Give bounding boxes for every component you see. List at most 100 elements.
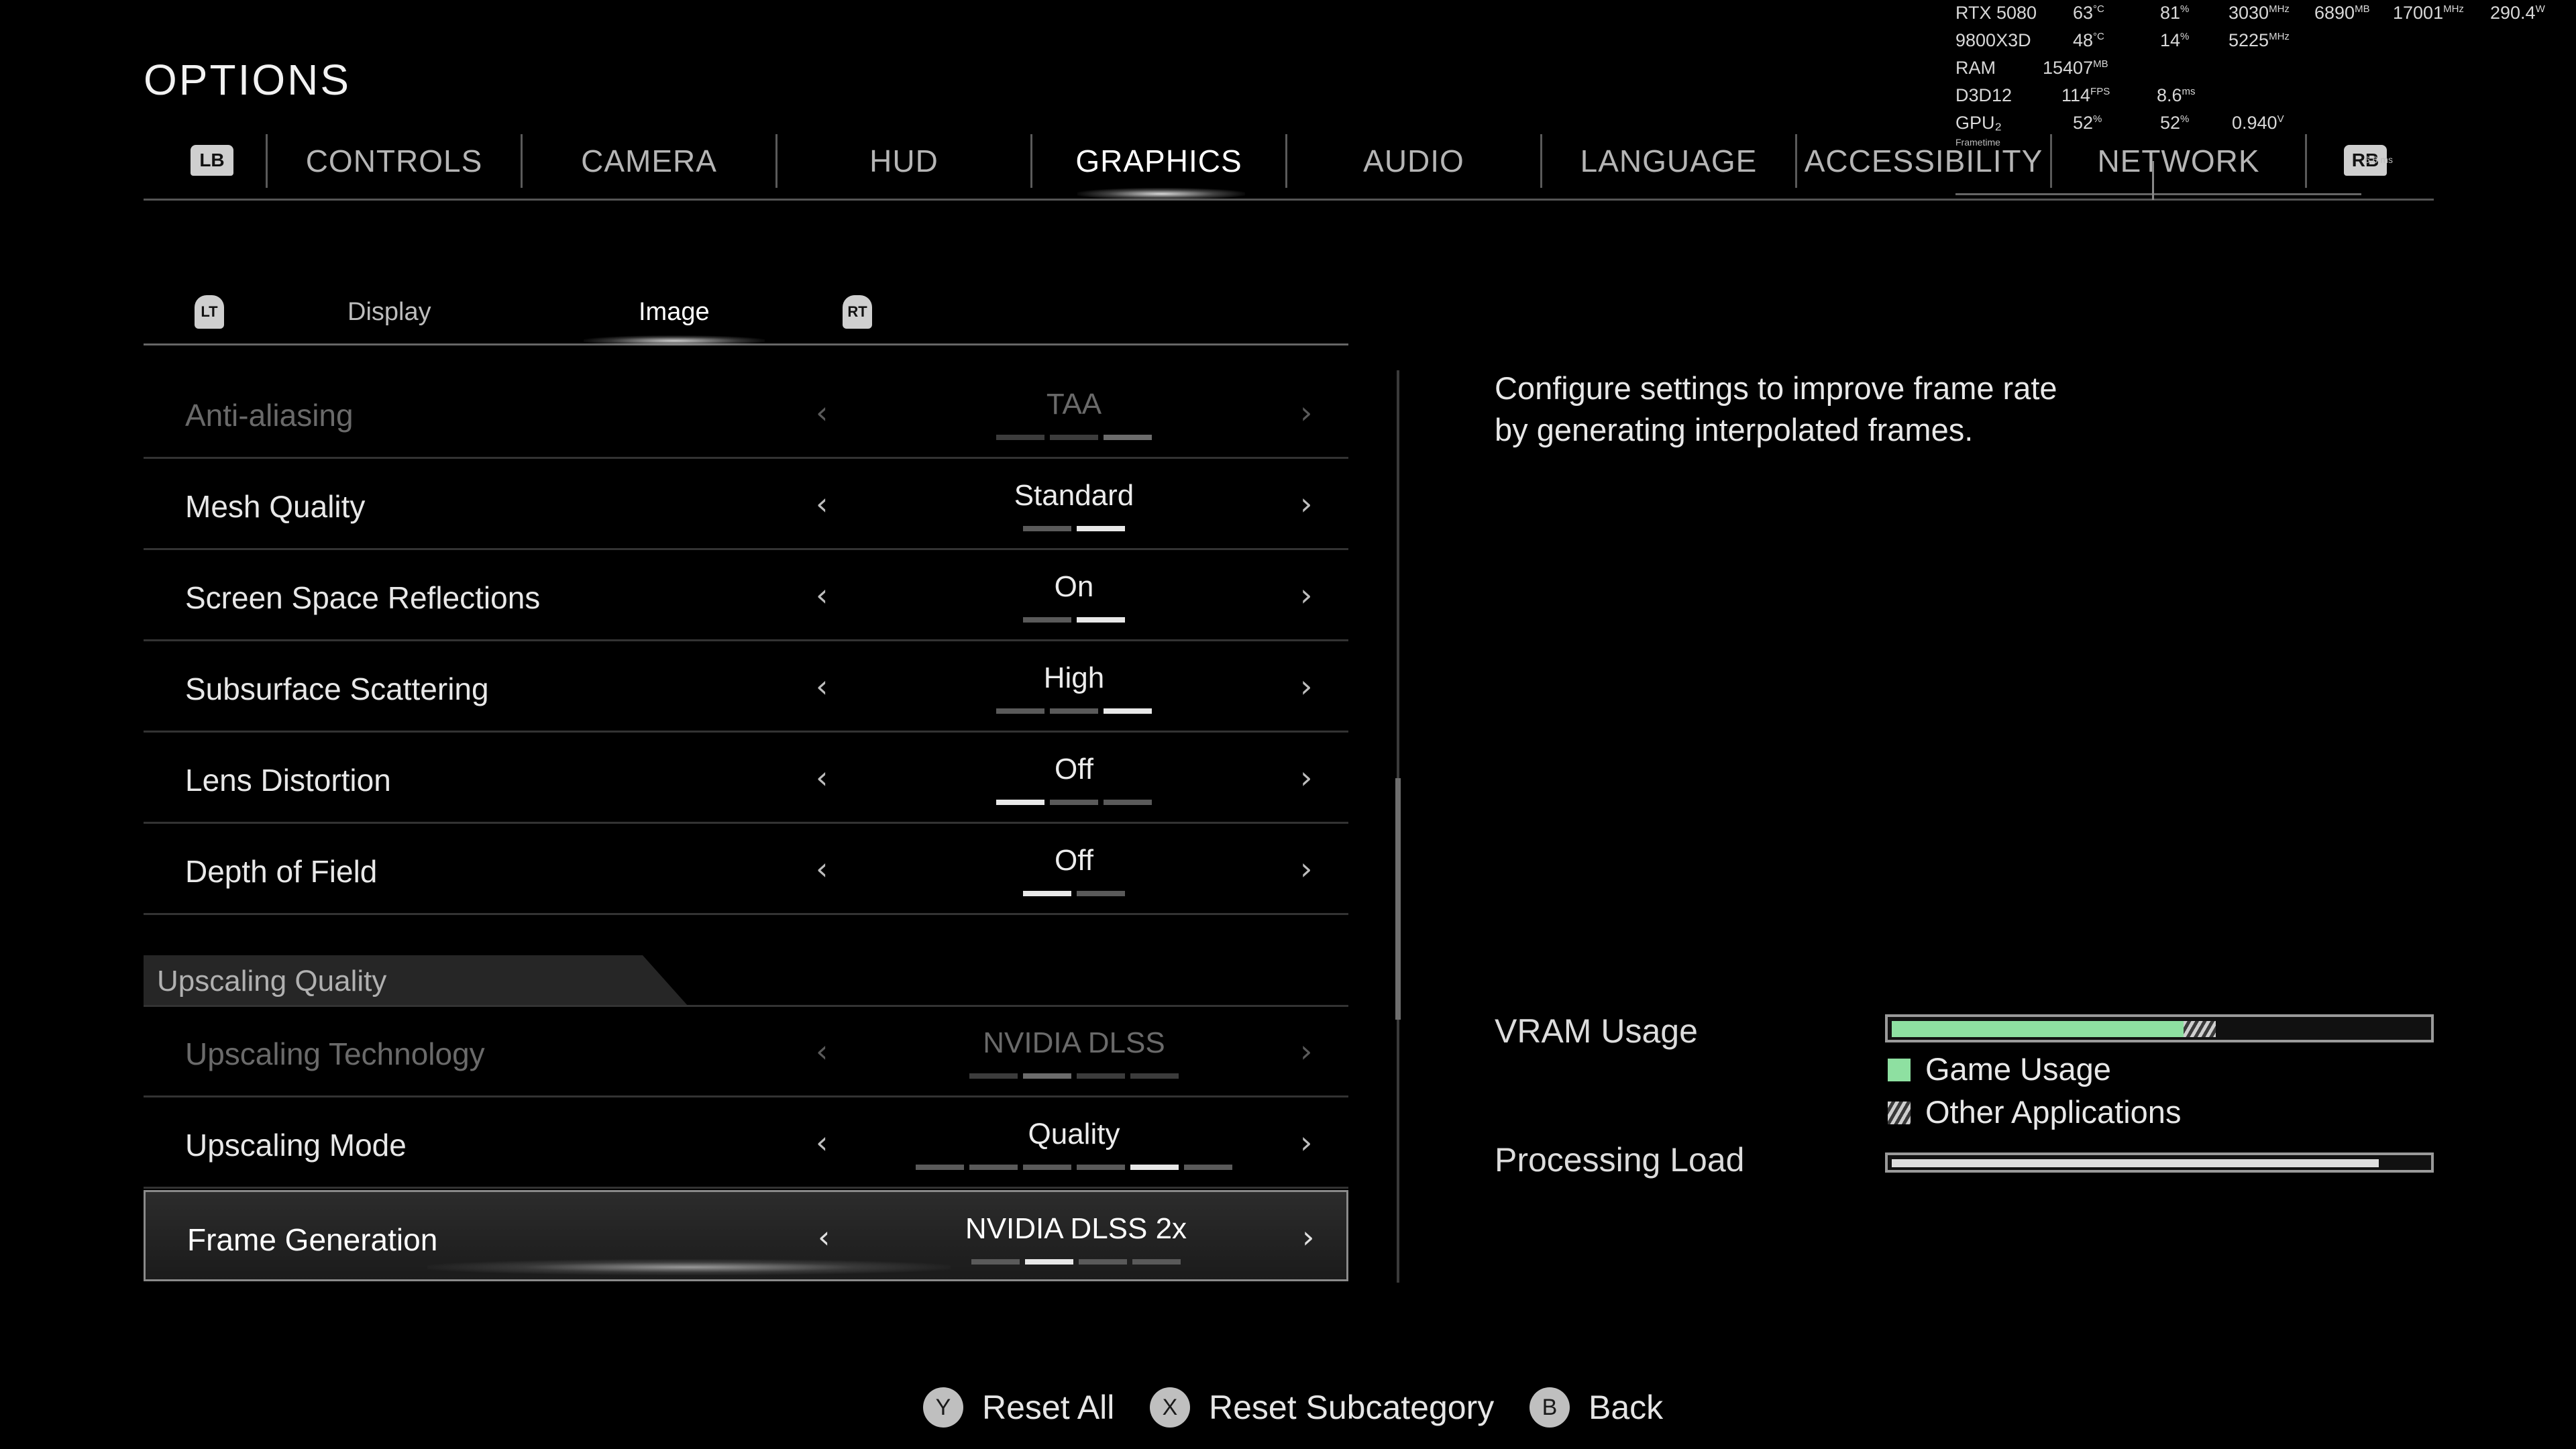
rt-button-icon[interactable]: RT: [843, 295, 872, 329]
chevron-right-icon[interactable]: ›: [1300, 759, 1312, 796]
vram-other-fill: [2184, 1021, 2216, 1037]
frametime-spike: [2152, 161, 2154, 200]
setting-row-lens-distortion[interactable]: Lens Distortion ‹ Off ›: [144, 733, 1348, 824]
scrollbar-thumb[interactable]: [1395, 778, 1401, 1020]
setting-value: NVIDIA DLSS: [983, 1026, 1165, 1059]
chevron-left-icon: ‹: [816, 1033, 828, 1069]
reset-all-hint[interactable]: Y Reset All: [923, 1387, 1114, 1428]
vram-game-fill: [1892, 1021, 2184, 1037]
option-pip: [969, 1165, 1018, 1170]
hw-frametime-label: Frametime: [1955, 137, 2000, 148]
tab-hud[interactable]: HUD: [777, 131, 1030, 191]
option-indicator: [861, 1259, 1291, 1265]
setting-row-upscaling-technology: Upscaling Technology ‹ NVIDIA DLSS ›: [144, 1006, 1348, 1097]
option-pip: [1023, 1073, 1071, 1079]
option-pip: [1077, 1165, 1125, 1170]
option-pip: [1077, 526, 1125, 531]
option-pip: [969, 1073, 1018, 1079]
setting-value: NVIDIA DLSS 2x: [965, 1212, 1187, 1245]
lb-button-icon[interactable]: LB: [191, 145, 233, 176]
b-button-icon: B: [1529, 1387, 1570, 1428]
chevron-right-icon[interactable]: ›: [1300, 668, 1312, 704]
section-divider: [144, 1005, 1348, 1007]
chevron-right-icon: ›: [1300, 1033, 1313, 1069]
option-pip: [1050, 708, 1098, 714]
option-pip: [1077, 1073, 1125, 1079]
x-button-icon: X: [1150, 1387, 1190, 1428]
setting-description: Configure settings to improve frame rate…: [1495, 370, 2057, 447]
tab-divider: [2305, 134, 2307, 188]
back-hint[interactable]: B Back: [1529, 1387, 1663, 1428]
setting-row-mesh-quality[interactable]: Mesh Quality ‹ Standard ›: [144, 459, 1348, 550]
other-apps-swatch: [1888, 1102, 1911, 1124]
vram-usage-label: VRAM Usage: [1495, 1012, 1698, 1050]
chevron-left-icon[interactable]: ‹: [816, 486, 828, 522]
chevron-left-icon[interactable]: ‹: [816, 668, 828, 704]
setting-label: Anti-aliasing: [185, 398, 354, 433]
chevron-left-icon[interactable]: ‹: [816, 1124, 828, 1161]
option-pip: [1077, 617, 1125, 623]
y-button-icon: Y: [923, 1387, 963, 1428]
chevron-right-icon[interactable]: ›: [1302, 1219, 1314, 1255]
subtab-image[interactable]: Image: [639, 298, 710, 327]
subtab-display[interactable]: Display: [347, 298, 431, 327]
section-header-text: Upscaling Quality: [157, 965, 387, 998]
tab-accessibility[interactable]: ACCESSIBILITY: [1797, 131, 2050, 191]
chevron-left-icon: ‹: [816, 394, 828, 431]
reset-subcategory-label: Reset Subcategory: [1209, 1389, 1495, 1426]
reset-subcategory-hint[interactable]: X Reset Subcategory: [1150, 1387, 1494, 1428]
setting-label: Depth of Field: [185, 854, 378, 889]
section-header-upscaling: Upscaling Quality: [144, 955, 688, 1006]
option-pip: [1050, 800, 1098, 805]
chevron-left-icon[interactable]: ‹: [818, 1219, 830, 1255]
reset-all-label: Reset All: [982, 1389, 1115, 1426]
option-pip: [1104, 435, 1152, 440]
vram-usage-bar: [1885, 1014, 2434, 1042]
setting-row-upscaling-mode[interactable]: Upscaling Mode ‹ Quality ›: [144, 1097, 1348, 1189]
option-pip: [1130, 1165, 1179, 1170]
setting-row-subsurface-scattering[interactable]: Subsurface Scattering ‹ High ›: [144, 641, 1348, 733]
option-pip: [1023, 1165, 1071, 1170]
option-pip: [1130, 1073, 1179, 1079]
setting-label: Upscaling Technology: [185, 1036, 485, 1071]
setting-value: On: [1054, 570, 1094, 603]
tab-audio[interactable]: AUDIO: [1287, 131, 1540, 191]
tab-camera[interactable]: CAMERA: [523, 131, 775, 191]
option-pip: [996, 800, 1044, 805]
game-usage-swatch: [1888, 1059, 1911, 1081]
chevron-left-icon[interactable]: ‹: [816, 759, 828, 796]
chevron-right-icon[interactable]: ›: [1300, 486, 1312, 522]
tab-network[interactable]: NETWORK: [2052, 131, 2305, 191]
setting-row-anti-aliasing: Anti-aliasing ‹ TAA ›: [144, 368, 1348, 459]
processing-load-label: Processing Load: [1495, 1141, 1745, 1179]
processing-load-fill: [1892, 1159, 2379, 1167]
chevron-left-icon[interactable]: ‹: [816, 851, 828, 887]
option-pip: [996, 435, 1044, 440]
setting-row-depth-of-field[interactable]: Depth of Field ‹ Off ›: [144, 824, 1348, 915]
option-indicator: [859, 1165, 1289, 1170]
option-indicator: [859, 708, 1289, 714]
option-pip: [1050, 435, 1098, 440]
setting-value: Quality: [1028, 1118, 1120, 1150]
chevron-right-icon[interactable]: ›: [1300, 1124, 1312, 1161]
setting-value: Off: [1055, 753, 1093, 786]
chevron-right-icon[interactable]: ›: [1300, 577, 1312, 613]
option-pip: [916, 1165, 964, 1170]
tab-controls[interactable]: CONTROLS: [268, 131, 521, 191]
setting-label: Subsurface Scattering: [185, 672, 489, 706]
chevron-left-icon[interactable]: ‹: [816, 577, 828, 613]
setting-label: Upscaling Mode: [185, 1128, 407, 1163]
setting-row-screen-space-reflections[interactable]: Screen Space Reflections ‹ On ›: [144, 550, 1348, 641]
legend-game-usage: Game Usage: [1925, 1051, 2111, 1087]
category-tabs: LB CONTROLS CAMERA HUD GRAPHICS AUDIO LA…: [144, 131, 2434, 201]
tab-graphics[interactable]: GRAPHICS: [1032, 131, 1285, 191]
lt-button-icon[interactable]: LT: [195, 295, 224, 329]
setting-row-frame-generation[interactable]: Frame Generation ‹ NVIDIA DLSS 2x ›: [144, 1190, 1348, 1281]
chevron-right-icon[interactable]: ›: [1300, 851, 1312, 887]
option-pip: [1104, 800, 1152, 805]
hw-frametime-value: 6.6 ms: [2365, 154, 2394, 165]
option-pip: [971, 1259, 1020, 1265]
processing-load-bar: [1885, 1152, 2434, 1173]
setting-label: Screen Space Reflections: [185, 580, 541, 615]
tab-language[interactable]: LANGUAGE: [1542, 131, 1795, 191]
